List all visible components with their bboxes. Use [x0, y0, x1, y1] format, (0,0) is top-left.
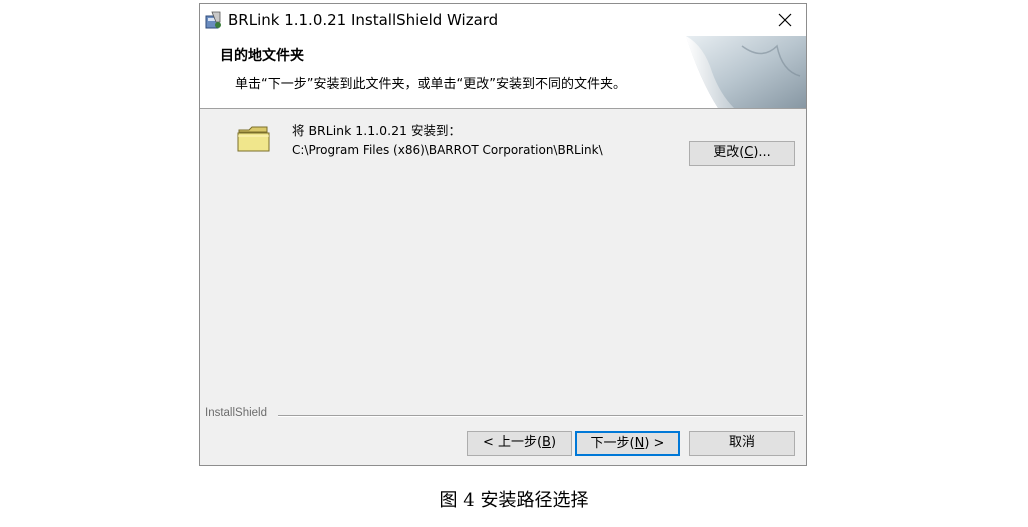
window-title: BRLink 1.1.0.21 InstallShield Wizard — [228, 11, 499, 29]
install-to-label: 将 BRLink 1.1.0.21 安装到： — [292, 123, 461, 138]
page-title: 目的地文件夹 — [220, 48, 304, 64]
figure-caption: 图 4 安装路径选择 — [439, 490, 589, 511]
close-icon — [778, 13, 792, 27]
page-description: 单击“下一步”安装到此文件夹，或单击“更改”安装到不同的文件夹。 — [235, 77, 626, 92]
folder-icon — [237, 126, 270, 152]
installer-icon — [205, 11, 221, 29]
next-button[interactable]: 下一步(N) > — [575, 431, 680, 456]
back-button[interactable]: < 上一步(B) — [467, 431, 572, 456]
footer-divider — [278, 415, 803, 417]
installer-dialog: BRLink 1.1.0.21 InstallShield Wizard 目的地… — [199, 3, 807, 466]
installshield-label: InstallShield — [205, 407, 268, 419]
change-button[interactable]: 更改(C)... — [689, 141, 795, 166]
cancel-button[interactable]: 取消 — [689, 431, 795, 456]
title-bar: BRLink 1.1.0.21 InstallShield Wizard — [200, 4, 806, 36]
install-path: C:\Program Files (x86)\BARROT Corporatio… — [292, 143, 603, 157]
header-banner: 目的地文件夹 单击“下一步”安装到此文件夹，或单击“更改”安装到不同的文件夹。 — [200, 36, 806, 109]
banner-graphic — [682, 36, 806, 108]
close-button[interactable] — [764, 4, 806, 36]
